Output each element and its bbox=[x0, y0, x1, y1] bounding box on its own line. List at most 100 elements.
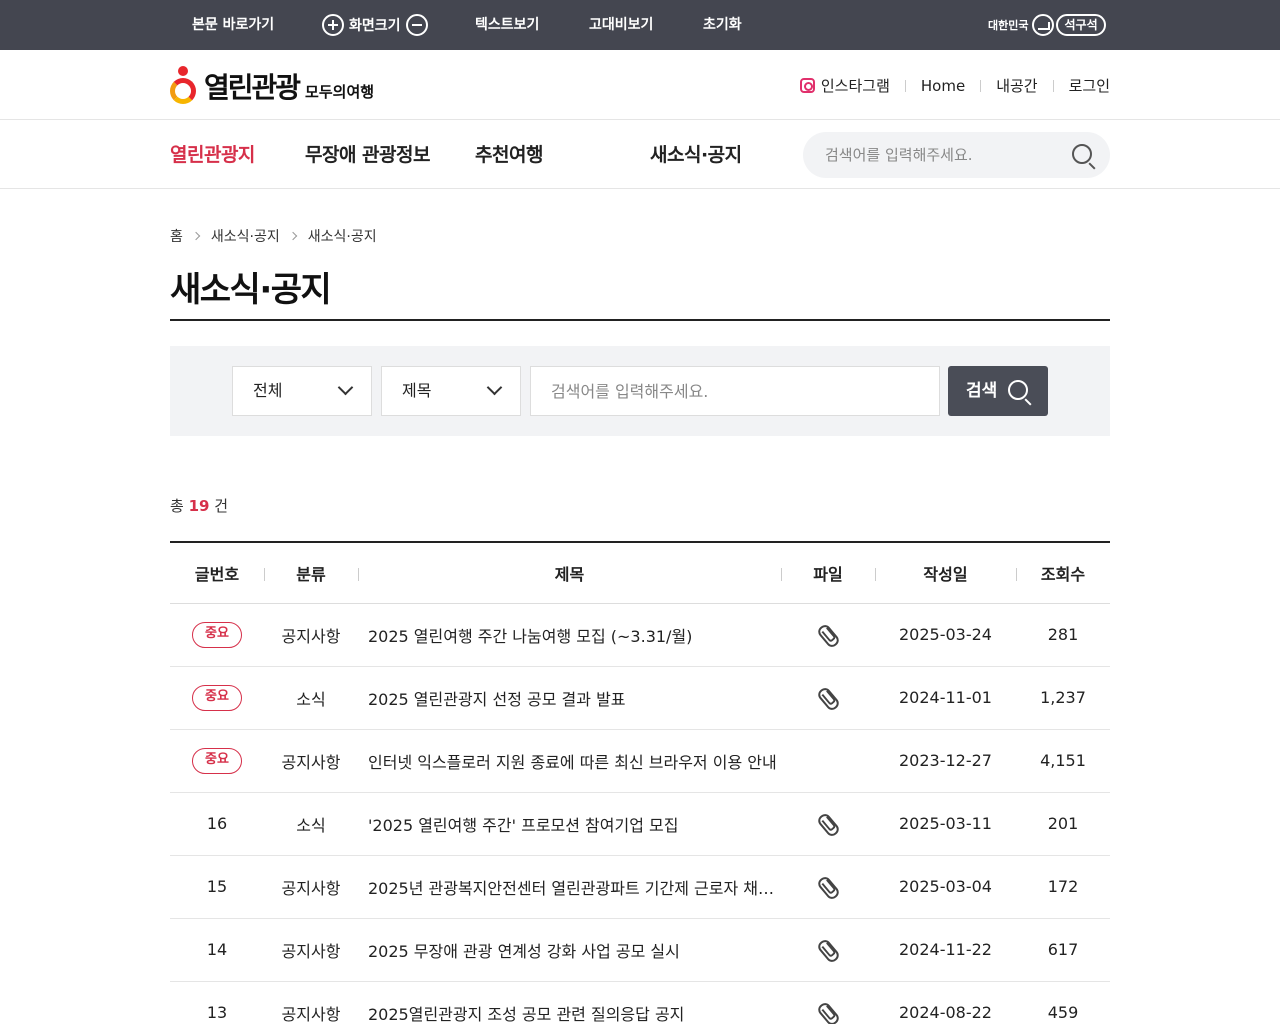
table-row[interactable]: 중요 공지사항 2025 열린여행 주간 나눔여행 모집 (~3.31/월) 2025… bbox=[170, 603, 1110, 667]
search-icon bbox=[1008, 380, 1028, 400]
paperclip-icon[interactable] bbox=[816, 687, 840, 709]
reset-link[interactable]: 초기화 bbox=[703, 0, 742, 50]
row-title-link[interactable]: 2025 열린여행 주간 나눔여행 모집 (~3.31/월) bbox=[358, 603, 781, 667]
paperclip-icon[interactable] bbox=[816, 813, 840, 835]
header-search-input[interactable] bbox=[825, 132, 1055, 178]
skip-to-content-link[interactable]: 본문 바로가기 bbox=[192, 0, 274, 50]
gov-logo-pill: 석구석 bbox=[1056, 14, 1106, 36]
row-number: 13 bbox=[170, 981, 264, 1024]
my-space-link[interactable]: 내공간 bbox=[996, 75, 1037, 96]
paperclip-icon[interactable] bbox=[816, 1002, 840, 1024]
table-row[interactable]: 중요 소식 2025 열린관광지 선정 공모 결과 발표 2024-11-01 1,23… bbox=[170, 666, 1110, 730]
board-search-button[interactable]: 검색 bbox=[948, 366, 1048, 416]
chevron-down-icon bbox=[337, 379, 354, 396]
row-file bbox=[781, 855, 875, 919]
row-date: 2024-11-22 bbox=[875, 918, 1016, 982]
category-select-value: 전체 bbox=[253, 381, 283, 400]
paperclip-icon[interactable] bbox=[816, 939, 840, 961]
table-row[interactable]: 중요 공지사항 인터넷 익스플로러 지원 종료에 따른 최신 브라우저 이용 안내 2… bbox=[170, 729, 1110, 793]
row-category: 공지사항 bbox=[264, 918, 358, 982]
table-row[interactable]: 15 공지사항 2025년 관광복지안전센터 열린관광파트 기간제 근로자 채용 공… bbox=[170, 855, 1110, 919]
row-number: 중요 bbox=[170, 603, 264, 667]
row-file bbox=[781, 603, 875, 667]
paperclip-icon[interactable] bbox=[816, 624, 840, 646]
header-number: 글번호 bbox=[170, 542, 264, 604]
important-badge: 중요 bbox=[192, 747, 242, 774]
row-number: 중요 bbox=[170, 666, 264, 730]
row-views: 4,151 bbox=[1016, 729, 1110, 793]
logo-subtitle: 모두의여행 bbox=[305, 83, 375, 101]
nav-item-recommended-trips[interactable]: 추천여행 bbox=[475, 121, 543, 189]
field-select[interactable]: 제목 bbox=[381, 366, 521, 416]
high-contrast-link[interactable]: 고대비보기 bbox=[589, 0, 653, 50]
chevron-right-icon bbox=[288, 231, 297, 241]
site-logo[interactable]: 열린관광 모두의여행 bbox=[170, 66, 374, 106]
row-date: 2024-11-01 bbox=[875, 666, 1016, 730]
row-file bbox=[781, 918, 875, 982]
nav-item-barrier-free-info[interactable]: 무장애 관광정보 bbox=[305, 121, 430, 189]
row-views: 281 bbox=[1016, 603, 1110, 667]
chevron-down-icon bbox=[486, 379, 503, 396]
breadcrumb-current[interactable]: 새소식·공지 bbox=[308, 226, 377, 246]
row-category: 소식 bbox=[264, 792, 358, 856]
instagram-link[interactable]: 인스타그램 bbox=[821, 75, 890, 96]
board-search-input[interactable] bbox=[530, 366, 940, 416]
row-title-link[interactable]: 인터넷 익스플로러 지원 종료에 따른 최신 브라우저 이용 안내 bbox=[358, 729, 781, 793]
header-search bbox=[803, 132, 1110, 178]
row-title-link[interactable]: 2025년 관광복지안전센터 열린관광파트 기간제 근로자 채용 공고 bbox=[358, 855, 781, 919]
text-view-link[interactable]: 텍스트보기 bbox=[475, 0, 539, 50]
row-category: 공지사항 bbox=[264, 729, 358, 793]
nav-item-news-notices[interactable]: 새소식·공지 bbox=[650, 121, 742, 189]
row-category: 소식 bbox=[264, 666, 358, 730]
row-title-link[interactable]: 2025 무장애 관광 연계성 강화 사업 공모 실시 bbox=[358, 918, 781, 982]
notice-table: 글번호 분류 제목 파일 작성일 조회수 중요 공지사항 2025 열린여행 주간 … bbox=[170, 541, 1110, 1024]
row-date: 2025-03-11 bbox=[875, 792, 1016, 856]
total-prefix: 총 bbox=[170, 497, 184, 515]
row-title-link[interactable]: 2025 열린관광지 선정 공모 결과 발표 bbox=[358, 666, 781, 730]
korea-tourism-logo[interactable]: 대한민국 석구석 bbox=[988, 12, 1106, 38]
header-links: 인스타그램 Home 내공간 로그인 bbox=[799, 75, 1110, 96]
home-link[interactable]: Home bbox=[921, 77, 965, 95]
logo-mark-icon bbox=[170, 66, 198, 106]
row-category: 공지사항 bbox=[264, 855, 358, 919]
logo-text: 열린관광 bbox=[204, 71, 301, 104]
row-views: 1,237 bbox=[1016, 666, 1110, 730]
row-date: 2023-12-27 bbox=[875, 729, 1016, 793]
important-badge: 중요 bbox=[192, 621, 242, 648]
divider bbox=[904, 79, 906, 92]
table-body: 중요 공지사항 2025 열린여행 주간 나눔여행 모집 (~3.31/월) 2025… bbox=[170, 603, 1110, 1024]
row-number: 16 bbox=[170, 792, 264, 856]
row-category: 공지사항 bbox=[264, 981, 358, 1024]
breadcrumb-section[interactable]: 새소식·공지 bbox=[211, 226, 280, 246]
site-header: 열린관광 모두의여행 인스타그램 Home 내공간 로그인 bbox=[0, 50, 1280, 120]
header-file: 파일 bbox=[781, 542, 875, 604]
row-title-link[interactable]: '2025 열린여행 주간' 프로모션 참여기업 모집 bbox=[358, 792, 781, 856]
table-row[interactable]: 13 공지사항 2025열린관광지 조성 공모 관련 질의응답 공지 2024-08-… bbox=[170, 981, 1110, 1024]
row-number: 중요 bbox=[170, 729, 264, 793]
header-category: 분류 bbox=[264, 542, 358, 604]
search-icon[interactable] bbox=[1072, 144, 1092, 164]
row-date: 2025-03-04 bbox=[875, 855, 1016, 919]
row-views: 617 bbox=[1016, 918, 1110, 982]
row-number: 14 bbox=[170, 918, 264, 982]
login-link[interactable]: 로그인 bbox=[1069, 75, 1110, 96]
gov-logo-text: 대한민국 bbox=[988, 19, 1029, 32]
total-number: 19 bbox=[188, 497, 210, 515]
header-views: 조회수 bbox=[1016, 542, 1110, 604]
row-views: 459 bbox=[1016, 981, 1110, 1024]
table-row[interactable]: 14 공지사항 2025 무장애 관광 연계성 강화 사업 공모 실시 2024-11… bbox=[170, 918, 1110, 982]
category-select[interactable]: 전체 bbox=[232, 366, 372, 416]
zoom-in-icon[interactable] bbox=[322, 14, 344, 36]
table-row[interactable]: 16 소식 '2025 열린여행 주간' 프로모션 참여기업 모집 2025-03-1… bbox=[170, 792, 1110, 856]
breadcrumb-home[interactable]: 홈 bbox=[170, 226, 183, 246]
row-title-link[interactable]: 2025열린관광지 조성 공모 관련 질의응답 공지 bbox=[358, 981, 781, 1024]
paperclip-icon[interactable] bbox=[816, 876, 840, 898]
important-badge: 중요 bbox=[192, 684, 242, 711]
row-views: 201 bbox=[1016, 792, 1110, 856]
nav-item-open-tourism-sites[interactable]: 열린관광지 bbox=[170, 121, 255, 189]
zoom-out-icon[interactable] bbox=[405, 14, 428, 36]
gov-logo-icon bbox=[1032, 14, 1055, 36]
row-file bbox=[781, 729, 875, 793]
chevron-right-icon bbox=[191, 231, 201, 241]
row-views: 172 bbox=[1016, 855, 1110, 919]
